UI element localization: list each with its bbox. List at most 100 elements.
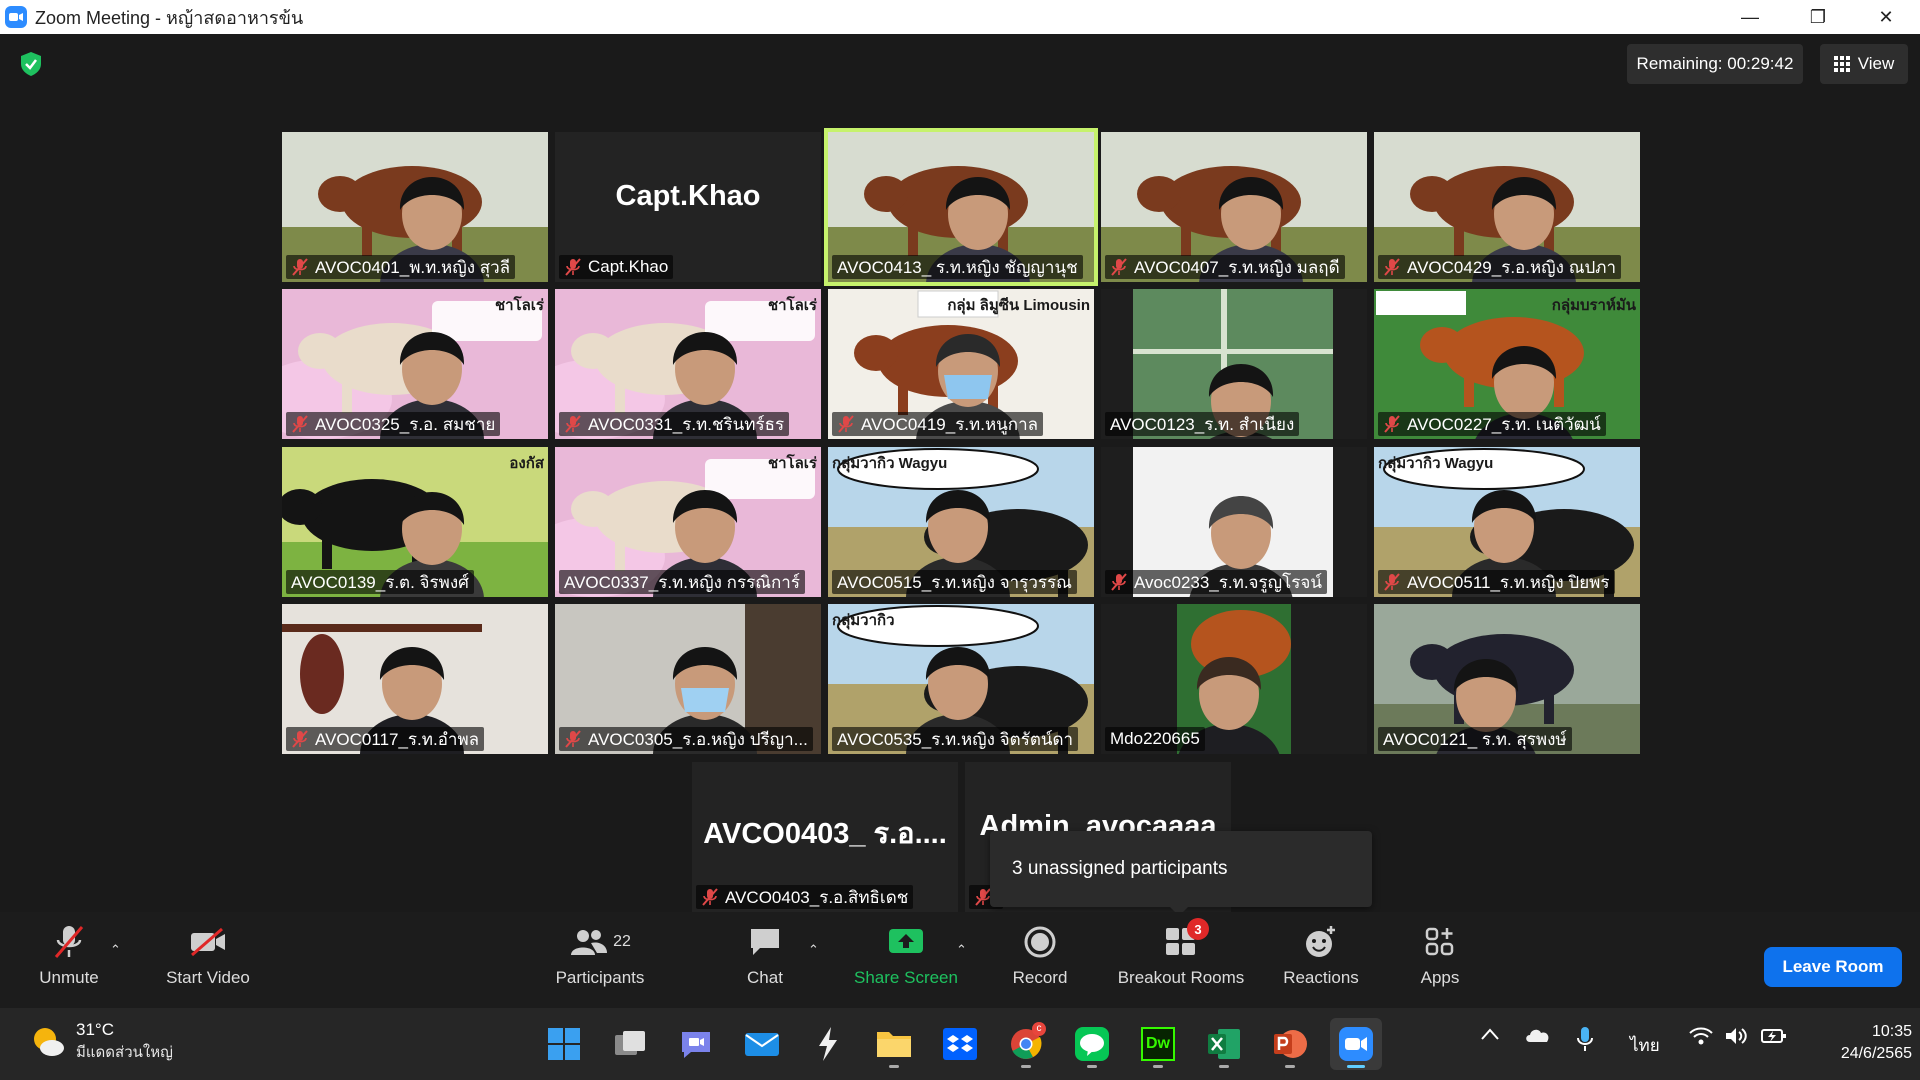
share-screen-button[interactable]: Share Screen: [850, 920, 962, 1004]
window-title: Zoom Meeting - หญ้าสดอาหารข้น: [35, 7, 304, 28]
participant-tile[interactable]: AVOC0117_ร.ท.อำพล: [282, 604, 548, 754]
record-button[interactable]: Record: [1000, 920, 1080, 1004]
participant-name-bar: AVOC0401_พ.ท.หญิง สุวลี: [286, 255, 516, 279]
participant-name-bar: AVOC0407_ร.ท.หญิง มลฤดี: [1105, 255, 1345, 279]
participant-name: AVOC0535_ร.ท.หญิง จิตรัตน์ดา: [837, 729, 1074, 749]
participant-name-bar: Capt.Khao: [559, 255, 674, 279]
tray-overflow-icon[interactable]: [1480, 1026, 1500, 1046]
wifi-icon[interactable]: [1688, 1026, 1714, 1051]
participant-tile[interactable]: Avoc0233_ร.ท.จรูญโรจน์: [1101, 447, 1367, 597]
task-view-button[interactable]: [604, 1018, 656, 1070]
participant-name-bar: AVCO0403_ร.อ.สิทธิเดช: [696, 885, 914, 909]
excel-indicator: [1219, 1065, 1229, 1068]
participant-tile[interactable]: AVOC0121_ ร.ท. สุรพงษ์: [1374, 604, 1640, 754]
muted-mic-icon: [1110, 573, 1128, 591]
mail-app[interactable]: [736, 1018, 788, 1070]
minimize-button[interactable]: —: [1716, 0, 1784, 34]
remaining-time: Remaining: 00:29:42: [1627, 44, 1803, 84]
powerpoint-indicator: [1285, 1065, 1295, 1068]
task-view-icon: [615, 1031, 645, 1055]
zoom-taskbar-app[interactable]: [1330, 1018, 1382, 1070]
microphone-tray-icon[interactable]: [1576, 1026, 1594, 1057]
participant-tile[interactable]: กลุ่มวากิว AVOC0535_ร.ท.หญิง จิตรัตน์ดา: [828, 604, 1094, 754]
breakout-rooms-button[interactable]: 3 3 Breakout Rooms: [1108, 918, 1254, 1004]
breakout-rooms-icon: 3: [1149, 918, 1213, 964]
apps-button[interactable]: Apps: [1410, 920, 1470, 1004]
participant-name-bar: AVOC0535_ร.ท.หญิง จิตรัตน์ดา: [832, 727, 1079, 751]
participant-name-bar: AVOC0515_ร.ท.หญิง จารุวรรณ: [832, 570, 1077, 594]
participant-name-bar: AVOC0117_ร.ท.อำพล: [286, 727, 485, 751]
dropbox-app[interactable]: [934, 1018, 986, 1070]
reactions-label: Reactions: [1283, 968, 1359, 987]
zoom-logo-icon: [5, 6, 27, 28]
participant-tile[interactable]: AVCO0403_ ร.อ.... AVCO0403_ร.อ.สิทธิเดช: [692, 762, 958, 912]
participant-name-bar: AVOC0139_ร.ต. จิรพงศ์: [286, 570, 474, 594]
participant-name-bar: AVOC0227_ร.ท. เนติวัฒน์: [1378, 412, 1606, 436]
zoom-icon: [1339, 1027, 1373, 1061]
share-screen-icon: [882, 920, 930, 964]
participant-tile[interactable]: AVOC0401_พ.ท.หญิง สุวลี: [282, 132, 548, 282]
chat-options-caret-icon[interactable]: ⌃: [808, 942, 819, 958]
restore-button[interactable]: ❐: [1784, 0, 1852, 34]
participant-name: Avoc0233_ร.ท.จรูญโรจน์: [1134, 572, 1322, 592]
reactions-button[interactable]: Reactions: [1276, 920, 1366, 1004]
participants-button[interactable]: 22 Participants: [548, 920, 652, 1004]
mail-icon: [745, 1033, 779, 1056]
view-button[interactable]: View: [1820, 44, 1908, 84]
input-language[interactable]: ไทย: [1630, 1032, 1660, 1059]
line-app[interactable]: [1066, 1018, 1118, 1070]
audio-options-caret-icon[interactable]: ⌃: [110, 942, 121, 958]
participant-tile[interactable]: ชาโลเร่ AVOC0331_ร.ท.ชรินทร์ธร: [555, 289, 821, 439]
participant-tile[interactable]: กลุ่มบราห์มัน AVOC0227_ร.ท. เนติวัฒน์: [1374, 289, 1640, 439]
clock[interactable]: 10:35 24/6/2565: [1818, 1021, 1912, 1065]
muted-mic-icon: [291, 730, 309, 748]
security-shield-icon[interactable]: [18, 50, 44, 78]
unmute-button[interactable]: Unmute: [28, 920, 110, 1004]
meeting-toolbar: Unmute ⌃ Start Video 22 Participants Cha…: [0, 912, 1920, 1008]
record-icon: [1016, 920, 1064, 964]
leave-room-button[interactable]: Leave Room: [1764, 947, 1902, 987]
excel-app[interactable]: [1198, 1018, 1250, 1070]
chrome-app[interactable]: c: [1000, 1018, 1052, 1070]
onedrive-icon[interactable]: [1524, 1026, 1552, 1049]
chat-button[interactable]: Chat: [740, 920, 790, 1004]
weather-widget[interactable]: 31°C มีแดดส่วนใหญ่: [30, 1020, 173, 1064]
participant-tile[interactable]: AVOC0305_ร.อ.หญิง ปรีญา...: [555, 604, 821, 754]
participant-tile[interactable]: กลุ่ม ลิมูซีน Limousin AVOC0419_ร.ท.หนูกา…: [828, 289, 1094, 439]
dreamweaver-label: Dw: [1146, 1035, 1170, 1052]
winamp-app[interactable]: [802, 1018, 854, 1070]
participant-tile[interactable]: AVOC0123_ร.ท. สำเนียง: [1101, 289, 1367, 439]
participant-name: Mdo220665: [1110, 729, 1200, 748]
participant-tile[interactable]: ชาโลเร่ AVOC0325_ร.อ. สมชาย: [282, 289, 548, 439]
apps-label: Apps: [1420, 968, 1460, 987]
background-sign-text: ชาโลเร่: [494, 297, 544, 314]
participant-tile[interactable]: Capt.Khao Capt.Khao: [555, 132, 821, 282]
participant-tile[interactable]: Mdo220665: [1101, 604, 1367, 754]
participant-name-bar: AVOC0511_ร.ท.หญิง ปิยพร: [1378, 570, 1615, 594]
share-options-caret-icon[interactable]: ⌃: [956, 942, 967, 958]
start-button[interactable]: [538, 1018, 590, 1070]
participant-tile[interactable]: กลุ่มวากิว Wagyu AVOC0515_ร.ท.หญิง จารุวร…: [828, 447, 1094, 597]
file-explorer-app[interactable]: [868, 1018, 920, 1070]
participant-tile[interactable]: กลุ่มวากิว Wagyu AVOC0511_ร.ท.หญิง ปิยพร: [1374, 447, 1640, 597]
participant-name-bar: AVOC0121_ ร.ท. สุรพงษ์: [1378, 727, 1572, 751]
participant-tile[interactable]: องกัส AVOC0139_ร.ต. จิรพงศ์: [282, 447, 548, 597]
start-video-button[interactable]: Start Video: [158, 920, 258, 1004]
participant-tile[interactable]: ชาโลเร่ AVOC0337_ร.ท.หญิง กรรณิการ์: [555, 447, 821, 597]
participant-tile[interactable]: AVOC0429_ร.อ.หญิง ณปภา: [1374, 132, 1640, 282]
participant-name: AVOC0117_ร.ท.อำพล: [315, 729, 480, 749]
background-sign-text: กลุ่มวากิว Wagyu: [832, 455, 948, 472]
muted-mic-icon: [1383, 258, 1401, 276]
powerpoint-app[interactable]: [1264, 1018, 1316, 1070]
dreamweaver-indicator: [1153, 1065, 1163, 1068]
participant-name-bar: AVOC0325_ร.อ. สมชาย: [286, 412, 501, 436]
battery-charging-icon[interactable]: [1760, 1026, 1788, 1051]
participant-tile[interactable]: AVOC0407_ร.ท.หญิง มลฤดี: [1101, 132, 1367, 282]
dreamweaver-app[interactable]: Dw: [1132, 1018, 1184, 1070]
apps-icon: [1416, 920, 1464, 964]
volume-icon[interactable]: [1724, 1026, 1748, 1051]
participant-tile[interactable]: AVOC0413_ ร.ท.หญิง ชัญญานุช: [824, 128, 1098, 286]
unassigned-tooltip: 3 unassigned participants: [990, 831, 1372, 916]
close-button[interactable]: ✕: [1852, 0, 1920, 34]
teams-chat-app[interactable]: [670, 1018, 722, 1070]
